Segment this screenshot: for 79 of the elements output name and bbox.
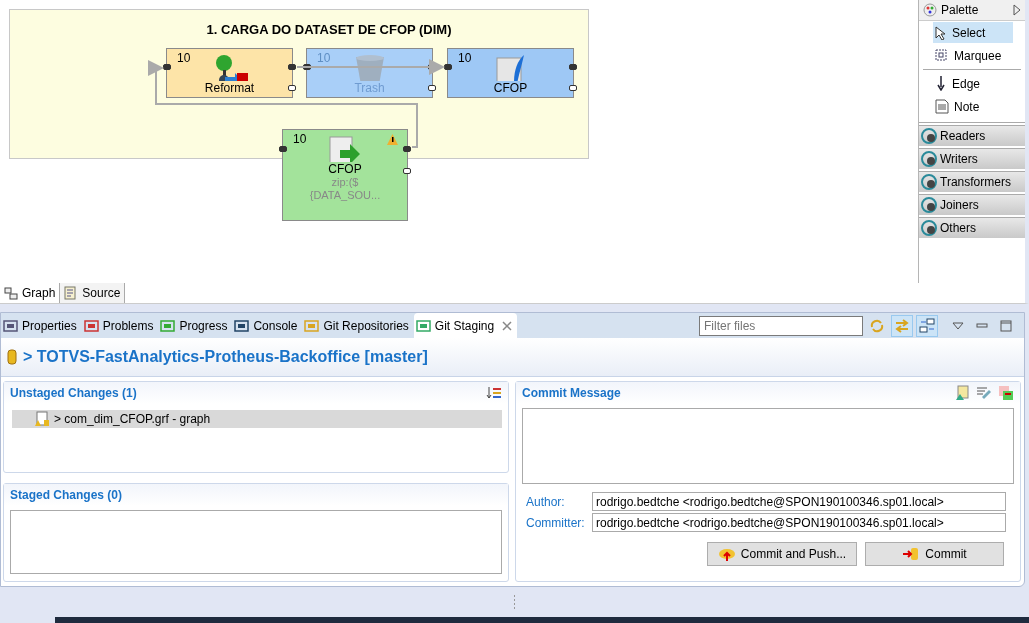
file-warning-icon xyxy=(34,411,50,427)
view-tab[interactable]: Console xyxy=(232,313,303,338)
commit-icon xyxy=(902,547,921,561)
repository-icon xyxy=(7,349,17,365)
graph-node[interactable]: 10 Reformat xyxy=(166,48,293,98)
note-title: 1. CARGA DO DATASET DE CFOP (DIM) xyxy=(205,22,453,37)
palette-drawer[interactable]: Writers xyxy=(919,148,1025,169)
node-count: 10 xyxy=(177,51,191,65)
palette-tool[interactable]: Note xyxy=(933,96,1013,117)
view-tab[interactable]: Git Repositories xyxy=(302,313,414,338)
palette-drawer[interactable]: Readers xyxy=(919,125,1025,146)
section-title: Commit Message xyxy=(522,386,621,400)
input-port[interactable] xyxy=(163,64,171,70)
palette-tool[interactable]: Select xyxy=(933,22,1013,43)
expand-arrow-icon[interactable] xyxy=(1013,4,1021,16)
source-icon xyxy=(64,286,79,300)
input-port[interactable] xyxy=(444,64,452,70)
maximize-icon[interactable] xyxy=(1000,319,1012,332)
marquee-icon xyxy=(935,48,949,63)
node-label: Reformat xyxy=(204,82,255,95)
view-tab[interactable]: Properties xyxy=(1,313,82,338)
repository-title: > TOTVS-FastAnalytics-Protheus-Backoffice [master] xyxy=(23,348,428,366)
output-port[interactable] xyxy=(288,85,296,91)
monitor-icon xyxy=(234,318,250,333)
output-port[interactable] xyxy=(569,64,577,70)
palette-drawer[interactable]: Others xyxy=(919,217,1025,238)
palette-title: Palette xyxy=(941,3,979,17)
node-count: 10 xyxy=(317,51,331,65)
toolbar-button[interactable] xyxy=(916,314,938,337)
node-count: 10 xyxy=(293,132,307,146)
graph-node[interactable]: 10 CFOP xyxy=(447,48,574,98)
swap-arrows-icon xyxy=(894,317,910,334)
edge-connector[interactable] xyxy=(148,60,418,148)
commit-message-field[interactable] xyxy=(522,408,1014,484)
graph-node[interactable]: 10 CFOP zip:($ {DATA_SOU... xyxy=(282,129,408,221)
output-port[interactable] xyxy=(288,64,296,70)
view-menu-icon[interactable] xyxy=(952,321,964,330)
sort-icon[interactable] xyxy=(486,386,502,400)
node-label: CFOP xyxy=(493,82,528,95)
node-label: CFOP xyxy=(328,163,362,176)
output-port[interactable] xyxy=(403,146,411,152)
committer-field[interactable]: rodrigo.bedtche <rodrigo.bedtche@SPON190100346.sp01.local> xyxy=(592,513,1006,532)
editor-tab[interactable]: Source xyxy=(60,283,126,303)
output-port[interactable] xyxy=(403,168,411,174)
file-arrow-icon xyxy=(328,134,362,162)
palette-header[interactable]: Palette xyxy=(919,0,1025,21)
file-row[interactable]: > com_dim_CFOP.grf - graph xyxy=(12,410,502,428)
note-icon xyxy=(935,99,949,114)
section-title: Unstaged Changes (1) xyxy=(10,386,137,400)
graph-icon xyxy=(4,286,18,300)
cloud-upload-icon xyxy=(717,546,736,562)
arrow-down-icon xyxy=(935,76,947,91)
drag-handle-icon[interactable] xyxy=(513,594,516,610)
palette-tool[interactable]: Marquee xyxy=(933,45,1013,66)
commit-button[interactable]: Commit xyxy=(865,542,1004,566)
author-label: Author: xyxy=(526,494,566,509)
author-field[interactable]: rodrigo.bedtche <rodrigo.bedtche@SPON190100346.sp01.local> xyxy=(592,492,1006,511)
pointer-icon xyxy=(935,25,947,40)
section-title: Staged Changes (0) xyxy=(10,488,123,502)
palette-drawer[interactable]: Joiners xyxy=(919,194,1025,215)
view-tab[interactable]: Git Staging xyxy=(413,313,518,338)
committer-label: Committer: xyxy=(526,515,586,530)
node-count: 10 xyxy=(458,51,472,65)
palette-drawer[interactable]: Transformers xyxy=(919,171,1025,192)
node-sublabel: zip:($ {DATA_SOU... xyxy=(308,176,382,202)
view-tab[interactable]: Progress xyxy=(158,313,233,338)
node-label: Trash xyxy=(354,82,385,95)
view-tab[interactable]: Problems xyxy=(81,313,159,338)
minimize-icon[interactable] xyxy=(976,322,988,329)
commit-and-push-button[interactable]: Commit and Push... xyxy=(707,542,857,566)
palette-tool[interactable]: Edge xyxy=(933,73,1013,94)
input-port[interactable] xyxy=(279,146,287,152)
palette-icon xyxy=(923,3,937,17)
close-icon[interactable] xyxy=(502,320,513,331)
refresh-icon xyxy=(869,317,885,334)
table-icon xyxy=(3,318,18,333)
layout-icon xyxy=(919,317,935,334)
filter-field[interactable]: Filter files xyxy=(699,315,863,336)
output-port[interactable] xyxy=(569,85,577,91)
